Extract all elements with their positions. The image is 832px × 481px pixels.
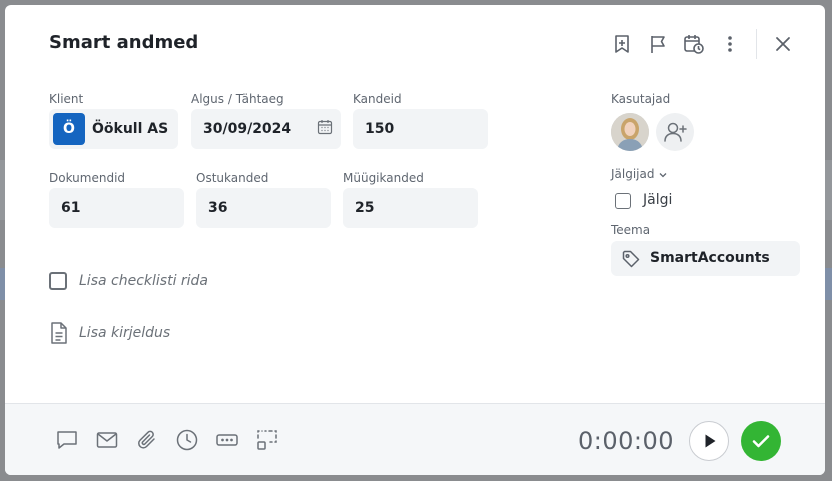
bookmark-add-icon[interactable] bbox=[611, 33, 633, 55]
add-checklist-item-link[interactable]: Lisa checklisti rida bbox=[79, 273, 208, 289]
document-icon bbox=[49, 321, 69, 345]
comment-icon[interactable] bbox=[55, 428, 79, 452]
theme-field[interactable]: SmartAccounts bbox=[611, 241, 800, 276]
tag-icon bbox=[622, 250, 640, 268]
follow-checkbox[interactable] bbox=[615, 193, 631, 209]
input-field-icon[interactable] bbox=[215, 428, 239, 452]
calendar-icon[interactable] bbox=[317, 119, 333, 135]
add-user-button[interactable] bbox=[656, 113, 694, 151]
clock-icon[interactable] bbox=[175, 428, 199, 452]
attachment-icon[interactable] bbox=[135, 428, 159, 452]
documents-value: 61 bbox=[61, 200, 81, 216]
dates-label: Algus / Tähtaeg bbox=[191, 92, 284, 106]
follow-label: Jälgi bbox=[643, 192, 673, 208]
select-area-icon[interactable] bbox=[255, 428, 279, 452]
add-description-link[interactable]: Lisa kirjeldus bbox=[79, 325, 170, 341]
close-icon[interactable] bbox=[772, 33, 794, 55]
play-icon bbox=[705, 434, 716, 448]
theme-label: Teema bbox=[611, 223, 651, 237]
followers-label[interactable]: Jälgijad bbox=[611, 167, 668, 181]
dialog-footer: 0:00:00 bbox=[5, 403, 825, 475]
checklist-checkbox[interactable] bbox=[49, 272, 67, 290]
purchases-value: 36 bbox=[208, 200, 228, 216]
entries-value: 150 bbox=[365, 121, 395, 137]
documents-field[interactable]: 61 bbox=[49, 188, 184, 228]
documents-label: Dokumendid bbox=[49, 171, 126, 185]
flag-icon[interactable] bbox=[647, 33, 669, 55]
task-dialog: Smart andmed Klient Öökull AS Ö Algus / … bbox=[5, 5, 825, 475]
user-avatar[interactable] bbox=[611, 113, 649, 151]
client-badge: Ö bbox=[53, 113, 85, 145]
more-options-icon[interactable] bbox=[719, 33, 741, 55]
entries-label: Kandeid bbox=[353, 92, 402, 106]
sales-field[interactable]: 25 bbox=[343, 188, 478, 228]
theme-value: SmartAccounts bbox=[650, 250, 770, 266]
sales-value: 25 bbox=[355, 200, 375, 216]
client-label: Klient bbox=[49, 92, 84, 106]
users-label: Kasutajad bbox=[611, 92, 671, 106]
start-timer-button[interactable] bbox=[689, 421, 729, 461]
purchases-label: Ostukanded bbox=[196, 171, 269, 185]
dialog-title: Smart andmed bbox=[49, 32, 199, 53]
sales-label: Müügikanded bbox=[343, 171, 424, 185]
chevron-down-icon bbox=[659, 172, 667, 177]
entries-field[interactable]: 150 bbox=[353, 109, 488, 149]
calendar-clock-icon[interactable] bbox=[683, 33, 705, 55]
complete-button[interactable] bbox=[741, 421, 781, 461]
header-divider bbox=[756, 29, 757, 59]
date-value: 30/09/2024 bbox=[203, 121, 292, 137]
purchases-field[interactable]: 36 bbox=[196, 188, 331, 228]
timer-display: 0:00:00 bbox=[578, 427, 675, 455]
client-name: Öökull AS bbox=[92, 121, 169, 137]
email-icon[interactable] bbox=[95, 428, 119, 452]
checkmark-icon bbox=[752, 435, 770, 448]
